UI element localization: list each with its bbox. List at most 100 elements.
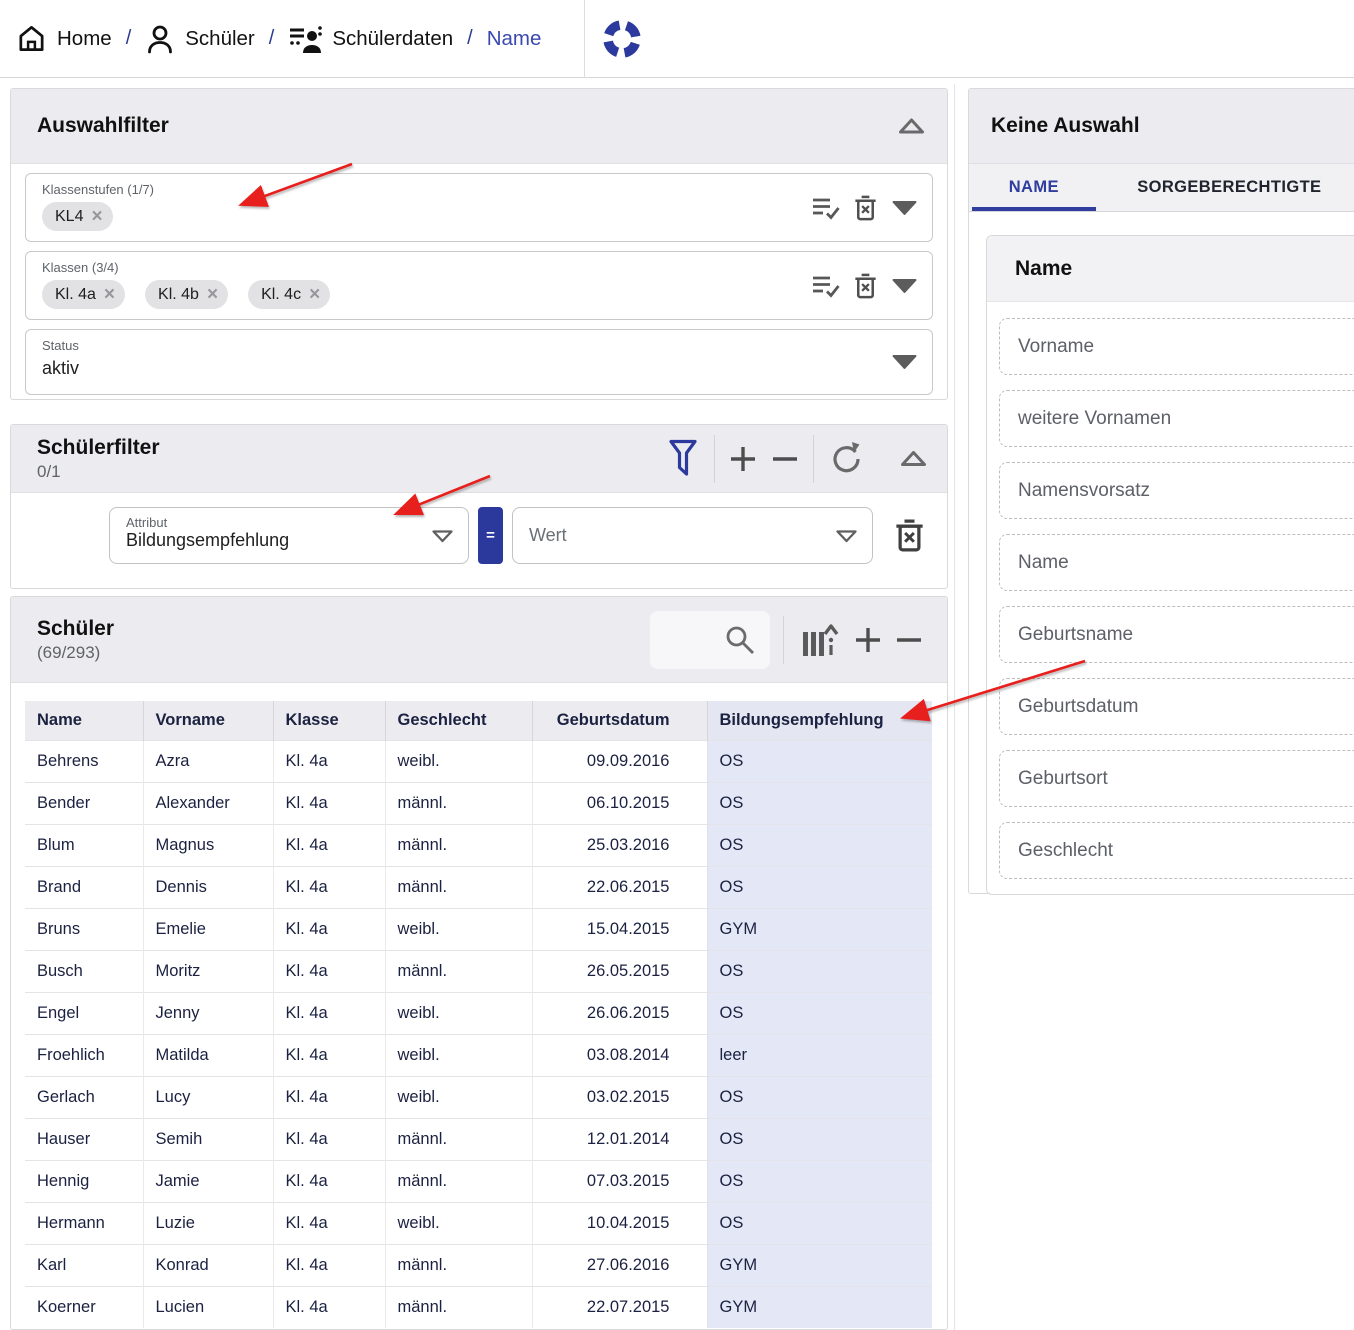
table-row[interactable]: HermannLuzieKl. 4aweibl.10.04.2015OS [25,1202,932,1244]
table-cell: Gerlach [25,1076,143,1118]
detail-header: Keine Auswahl [969,89,1354,164]
table-cell: Hermann [25,1202,143,1244]
expand-down-icon[interactable] [891,278,918,294]
table-cell: Kl. 4a [273,824,385,866]
table-cell: leer [707,1034,932,1076]
table-cell: OS [707,950,932,992]
table-cell: Konrad [143,1244,273,1286]
attribut-label: Attribut [126,515,424,530]
filter-row-klassen[interactable]: Klassen (3/4) Kl. 4a×Kl. 4b×Kl. 4c× [25,251,933,320]
collapse-up-icon[interactable] [900,450,927,467]
detail-field-input[interactable]: Vorname [999,318,1354,375]
column-header-geburtsdatum[interactable]: Geburtsdatum [532,701,707,740]
remove-filter-icon[interactable] [771,445,799,473]
auswahlfilter-section: Auswahlfilter Klassenstufen (1/7) KL4× K… [10,88,948,400]
column-header-geschlecht[interactable]: Geschlecht [385,701,532,740]
filter-row-label: Klassen (3/4) [42,260,812,275]
toolbar-divider [813,435,814,483]
table-cell: männl. [385,1118,532,1160]
detail-field-input[interactable]: Geburtsname [999,606,1354,663]
table-cell: OS [707,740,932,782]
column-header-bildungsempfehlung[interactable]: Bildungsempfehlung [707,701,932,740]
detail-field-input[interactable]: Namensvorsatz [999,462,1354,519]
table-row[interactable]: FroehlichMatildaKl. 4aweibl.03.08.2014le… [25,1034,932,1076]
select-all-icon[interactable] [812,272,840,299]
detail-field-input[interactable]: Geburtsdatum [999,678,1354,735]
attribut-dropdown[interactable]: Attribut Bildungsempfehlung [109,507,469,564]
table-cell: Alexander [143,782,273,824]
breadcrumb-separator: / [124,27,134,50]
tab-name[interactable]: NAME [969,164,1099,211]
table-row[interactable]: KoernerLucienKl. 4amännl.22.07.2015GYM [25,1286,932,1328]
chip-remove-icon[interactable]: × [207,285,218,304]
detail-field-input[interactable]: Name [999,534,1354,591]
help-button[interactable] [600,17,644,61]
chip-remove-icon[interactable]: × [309,285,320,304]
table-row[interactable]: GerlachLucyKl. 4aweibl.03.02.2015OS [25,1076,932,1118]
field-label: Namensvorsatz [1018,480,1150,502]
apply-filter-icon[interactable] [666,438,700,480]
auswahlfilter-header: Auswahlfilter [11,89,947,164]
table-row[interactable]: BrandDennisKl. 4amännl.22.06.2015OS [25,866,932,908]
chip-remove-icon[interactable]: × [91,207,102,226]
search-input[interactable] [650,611,770,669]
breadcrumb-schuelerdaten[interactable]: Schülerdaten [288,23,453,55]
breadcrumb-schueler[interactable]: Schüler [145,23,255,55]
table-cell: männl. [385,782,532,824]
filter-row-klassenstufen[interactable]: Klassenstufen (1/7) KL4× [25,173,933,242]
table-row[interactable]: BlumMagnusKl. 4amännl.25.03.2016OS [25,824,932,866]
table-cell: Kl. 4a [273,908,385,950]
table-cell: Jamie [143,1160,273,1202]
filter-chip: Kl. 4b × [145,280,228,309]
column-settings-icon[interactable] [797,618,841,662]
table-cell: weibl. [385,740,532,782]
table-cell: 12.01.2014 [532,1118,707,1160]
table-cell: Dennis [143,866,273,908]
chip-remove-icon[interactable]: × [104,285,115,304]
column-header-name[interactable]: Name [25,701,143,740]
table-row[interactable]: BenderAlexanderKl. 4amännl.06.10.2015OS [25,782,932,824]
detail-field-input[interactable]: weitere Vornamen [999,390,1354,447]
add-column-icon[interactable] [854,626,882,654]
table-row[interactable]: HennigJamieKl. 4amännl.07.03.2015OS [25,1160,932,1202]
wert-dropdown[interactable]: Wert [512,507,873,564]
delete-filter-row-icon[interactable] [892,516,927,555]
clear-filter-trash-icon[interactable] [852,193,879,223]
table-cell: 27.06.2016 [532,1244,707,1286]
breadcrumb-home[interactable]: Home [16,23,112,54]
field-label: Geburtsdatum [1018,696,1138,718]
refresh-icon[interactable] [828,440,864,478]
table-row[interactable]: HauserSemihKl. 4amännl.12.01.2014OS [25,1118,932,1160]
table-row[interactable]: BehrensAzraKl. 4aweibl.09.09.2016OS [25,740,932,782]
remove-column-icon[interactable] [895,626,923,654]
table-row[interactable]: KarlKonradKl. 4amännl.27.06.2016GYM [25,1244,932,1286]
table-cell: 10.04.2015 [532,1202,707,1244]
expand-down-icon[interactable] [891,200,918,216]
table-row[interactable]: BuschMoritzKl. 4amännl.26.05.2015OS [25,950,932,992]
name-form-title: Name [1015,257,1072,281]
detail-field-input[interactable]: Geschlecht [999,822,1354,879]
table-row[interactable]: BrunsEmelieKl. 4aweibl.15.04.2015GYM [25,908,932,950]
table-row[interactable]: EngelJennyKl. 4aweibl.26.06.2015OS [25,992,932,1034]
operator-equals-button[interactable]: = [478,507,503,564]
table-cell: Blum [25,824,143,866]
detail-field-input[interactable]: Geburtsort [999,750,1354,807]
column-header-vorname[interactable]: Vorname [143,701,273,740]
table-cell: weibl. [385,1076,532,1118]
person-icon [145,23,175,55]
auswahlfilter-title: Auswahlfilter [37,114,169,138]
breadcrumb: Home / Schüler / Schülerdaten / Name [0,23,541,55]
column-header-klasse[interactable]: Klasse [273,701,385,740]
expand-down-icon[interactable] [891,354,918,370]
clear-filter-trash-icon[interactable] [852,271,879,301]
collapse-up-icon[interactable] [898,118,925,135]
table-cell: Matilda [143,1034,273,1076]
table-cell: Kl. 4a [273,1034,385,1076]
filter-chip: KL4× [42,202,113,231]
chip-label: Kl. 4b [158,286,199,304]
name-form-header: Name [987,236,1354,302]
tab-sorgeberechtigte[interactable]: SORGEBERECHTIGTE [1099,164,1354,211]
add-filter-icon[interactable] [729,445,757,473]
select-all-icon[interactable] [812,194,840,221]
filter-row-status[interactable]: Status aktiv [25,329,933,395]
